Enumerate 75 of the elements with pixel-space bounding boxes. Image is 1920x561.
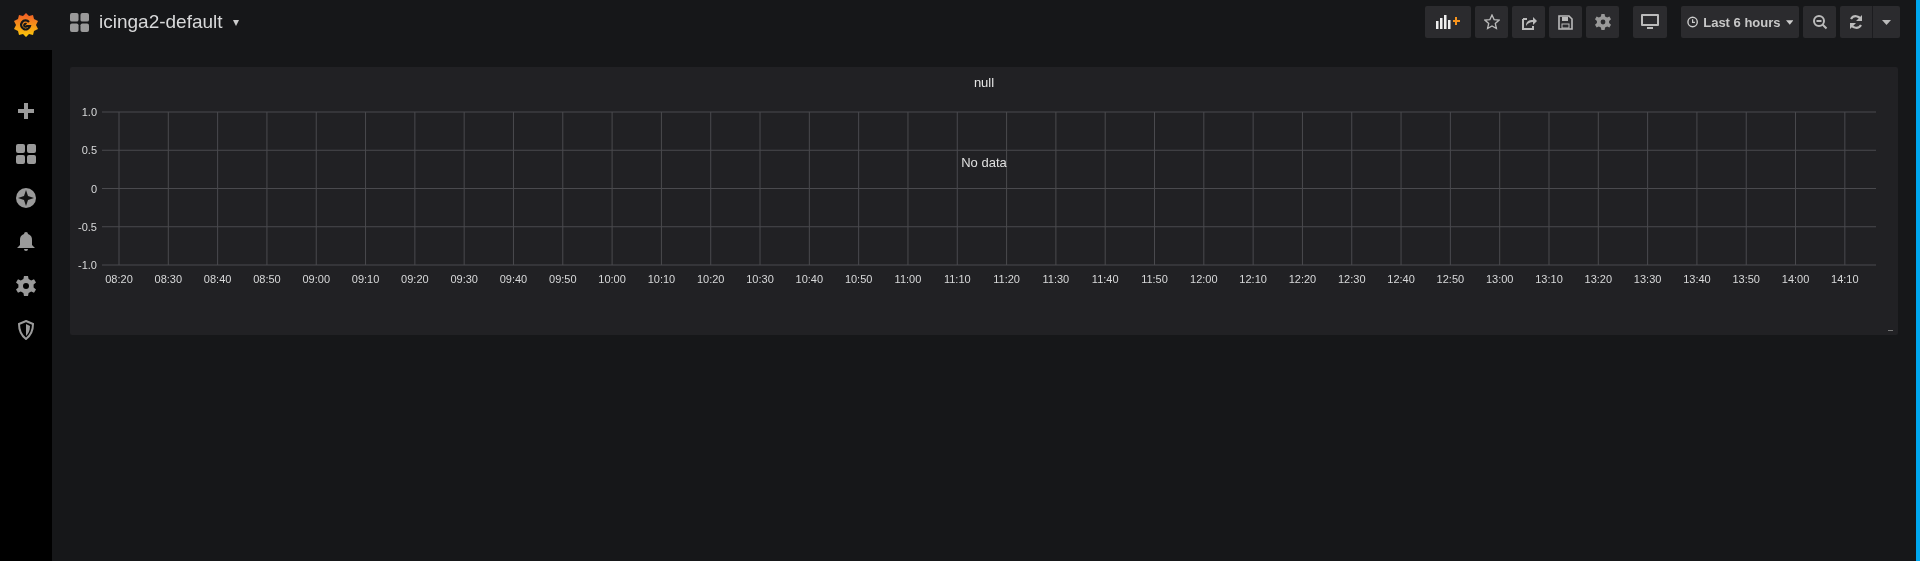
- x-axis-label: 09:40: [499, 273, 528, 285]
- x-axis-label: 13:40: [1683, 273, 1711, 285]
- caret-icon: ▾: [232, 15, 239, 29]
- gear-icon[interactable]: [16, 276, 36, 296]
- monitor-icon: [1641, 14, 1659, 30]
- x-axis-label: 13:00: [1485, 273, 1514, 285]
- x-axis-label: 13:10: [1535, 273, 1563, 285]
- bell-icon[interactable]: [17, 232, 35, 252]
- y-axis-label: -1.0: [78, 259, 97, 271]
- y-axis-label: -0.5: [78, 220, 97, 233]
- share-icon: [1520, 14, 1537, 30]
- shield-icon[interactable]: [17, 320, 35, 340]
- x-axis-label: 12:40: [1387, 273, 1415, 285]
- x-axis-label: 09:20: [401, 273, 429, 285]
- x-axis-label: 13:30: [1633, 273, 1662, 285]
- dashboards-icon: [70, 12, 89, 32]
- x-axis-label: 11:00: [894, 273, 922, 285]
- x-axis-label: 10:00: [598, 273, 626, 285]
- y-axis-label: 0.5: [81, 144, 97, 157]
- settings-button[interactable]: [1586, 6, 1619, 38]
- clock-icon: [1687, 16, 1699, 28]
- plus-icon[interactable]: [17, 102, 35, 120]
- x-axis-label: 12:50: [1436, 273, 1465, 285]
- dashboard-name: icinga2-default: [99, 11, 223, 33]
- x-axis-label: 14:10: [1831, 273, 1859, 285]
- zoom-out-button[interactable]: [1803, 6, 1836, 38]
- x-axis-label: 08:30: [154, 273, 183, 285]
- share-button[interactable]: [1512, 6, 1545, 38]
- x-axis-label: 11:20: [993, 273, 1020, 285]
- add-panel-button[interactable]: [1425, 6, 1471, 38]
- time-range-picker[interactable]: Last 6 hours: [1681, 6, 1799, 38]
- refresh-button[interactable]: [1840, 6, 1873, 38]
- compass-icon[interactable]: [16, 188, 36, 208]
- x-axis-label: 10:30: [746, 273, 774, 285]
- caret-icon: [1882, 19, 1891, 25]
- panel-title[interactable]: null: [70, 67, 1898, 95]
- tv-mode-button[interactable]: [1633, 6, 1667, 38]
- no-data-message: No data: [961, 155, 1007, 170]
- gear-icon: [1594, 14, 1611, 30]
- x-axis-label: 12:00: [1190, 273, 1218, 285]
- dashboard-title[interactable]: icinga2-default ▾: [70, 11, 239, 33]
- save-button[interactable]: [1549, 6, 1582, 38]
- x-axis-label: 10:40: [795, 273, 824, 285]
- zoom-out-icon: [1811, 14, 1828, 30]
- x-axis-label: 12:20: [1288, 273, 1317, 285]
- x-axis-label: 13:50: [1732, 273, 1760, 285]
- x-axis-label: 11:50: [1141, 273, 1168, 285]
- refresh-icon: [1848, 14, 1864, 30]
- x-axis-label: 08:20: [105, 273, 133, 285]
- x-axis-label: 10:50: [844, 273, 873, 285]
- bar-chart-plus-icon: [1436, 15, 1460, 29]
- x-axis-label: 13:20: [1584, 273, 1613, 285]
- save-icon: [1558, 14, 1573, 30]
- x-axis-label: 11:30: [1042, 273, 1070, 285]
- x-axis-label: 11:40: [1091, 273, 1119, 285]
- caret-icon: [1785, 19, 1793, 25]
- logo-icon[interactable]: [13, 12, 39, 38]
- dashboards-icon[interactable]: [16, 144, 36, 164]
- refresh-interval-dropdown[interactable]: [1873, 6, 1900, 38]
- x-axis-label: 09:50: [549, 273, 577, 285]
- y-axis-label: 0: [90, 182, 97, 195]
- y-axis-label: 1.0: [81, 106, 97, 118]
- x-axis-label: 14:00: [1781, 273, 1810, 285]
- x-axis-label: 09:10: [351, 273, 380, 285]
- x-axis-label: 12:10: [1239, 273, 1267, 285]
- x-axis-label: 09:30: [450, 273, 478, 285]
- star-icon: [1483, 14, 1500, 30]
- x-axis-label: 12:30: [1338, 273, 1366, 285]
- x-axis-label: 11:10: [943, 273, 971, 285]
- x-axis-label: 09:00: [302, 273, 330, 285]
- x-axis-label: 08:50: [253, 273, 281, 285]
- x-axis-label: 08:40: [203, 273, 232, 285]
- x-axis-label: 10:10: [647, 273, 676, 285]
- star-button[interactable]: [1475, 6, 1508, 38]
- x-axis-label: 10:20: [696, 273, 725, 285]
